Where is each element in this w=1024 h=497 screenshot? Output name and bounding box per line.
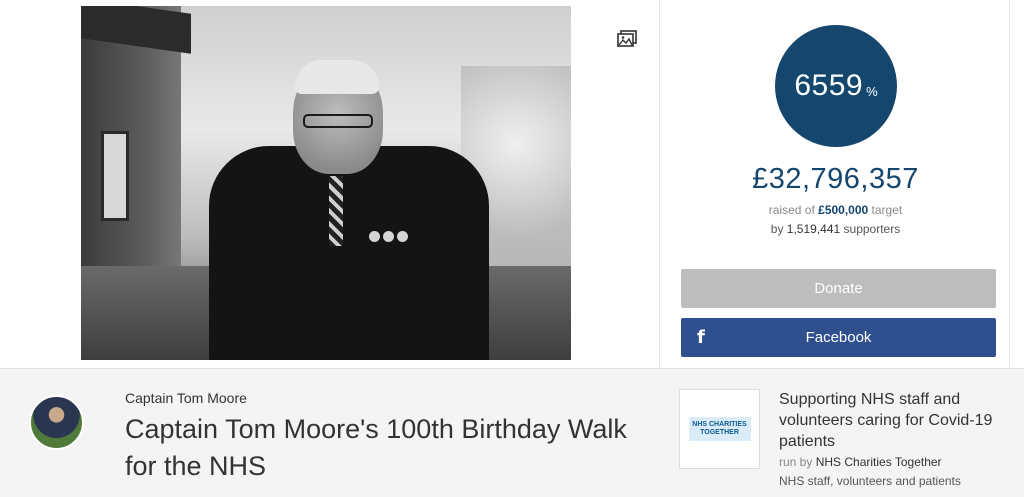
fundraiser-page: 6559 % £32,796,357 raised of £500,000 ta… xyxy=(0,0,1024,497)
charity-run-by: run by NHS Charities Together xyxy=(779,455,942,469)
media-area xyxy=(0,0,660,368)
photo-person-body xyxy=(209,146,489,360)
organiser-name[interactable]: Captain Tom Moore xyxy=(125,390,247,406)
donation-panel: 6559 % £32,796,357 raised of £500,000 ta… xyxy=(661,0,1010,368)
supporters-line: by 1,519,441 supporters xyxy=(661,222,1010,236)
progress-percent: 6559 xyxy=(794,69,864,102)
photo-building-wall xyxy=(81,6,181,306)
image-gallery-icon[interactable] xyxy=(612,26,642,52)
photo-person-glasses xyxy=(303,114,373,128)
organiser-avatar[interactable] xyxy=(29,395,84,450)
facebook-share-button[interactable]: f Facebook xyxy=(681,318,996,357)
run-by-label: run by xyxy=(779,455,813,469)
donate-button-label: Donate xyxy=(814,280,863,297)
campaign-info: Captain Tom Moore Captain Tom Moore's 10… xyxy=(0,368,1024,497)
facebook-icon: f xyxy=(697,327,705,348)
photo-window xyxy=(101,131,129,221)
campaign-photo[interactable] xyxy=(81,6,571,360)
facebook-button-label: Facebook xyxy=(805,329,872,346)
campaign-title: Captain Tom Moore's 100th Birthday Walk … xyxy=(125,414,627,481)
progress-percent-sign: % xyxy=(866,83,878,99)
campaign-header: 6559 % £32,796,357 raised of £500,000 ta… xyxy=(0,0,1024,368)
charity-cause-title[interactable]: Supporting NHS staff and volunteers cari… xyxy=(779,389,1009,452)
charity-name-link[interactable]: NHS Charities Together xyxy=(816,455,942,469)
donate-button[interactable]: Donate xyxy=(681,269,996,308)
supporters-label: supporters xyxy=(843,222,901,236)
photo-person-tie xyxy=(329,176,343,246)
progress-circle: 6559 % xyxy=(775,25,897,147)
charity-logo-text: NHS CHARITIES TOGETHER xyxy=(688,417,751,441)
charity-description: NHS staff, volunteers and patients xyxy=(779,474,961,488)
target-label: target xyxy=(871,203,903,217)
charity-logo[interactable]: NHS CHARITIES TOGETHER xyxy=(679,389,760,469)
photo-medals xyxy=(369,211,417,251)
amount-raised: £32,796,357 xyxy=(752,163,919,195)
raised-of-label: raised of xyxy=(768,203,815,217)
target-line: raised of £500,000 target xyxy=(661,203,1010,217)
photo-person-hair xyxy=(295,60,379,94)
target-amount: £500,000 xyxy=(818,203,869,217)
supporters-count: 1,519,441 xyxy=(786,222,841,236)
by-label: by xyxy=(770,222,784,236)
